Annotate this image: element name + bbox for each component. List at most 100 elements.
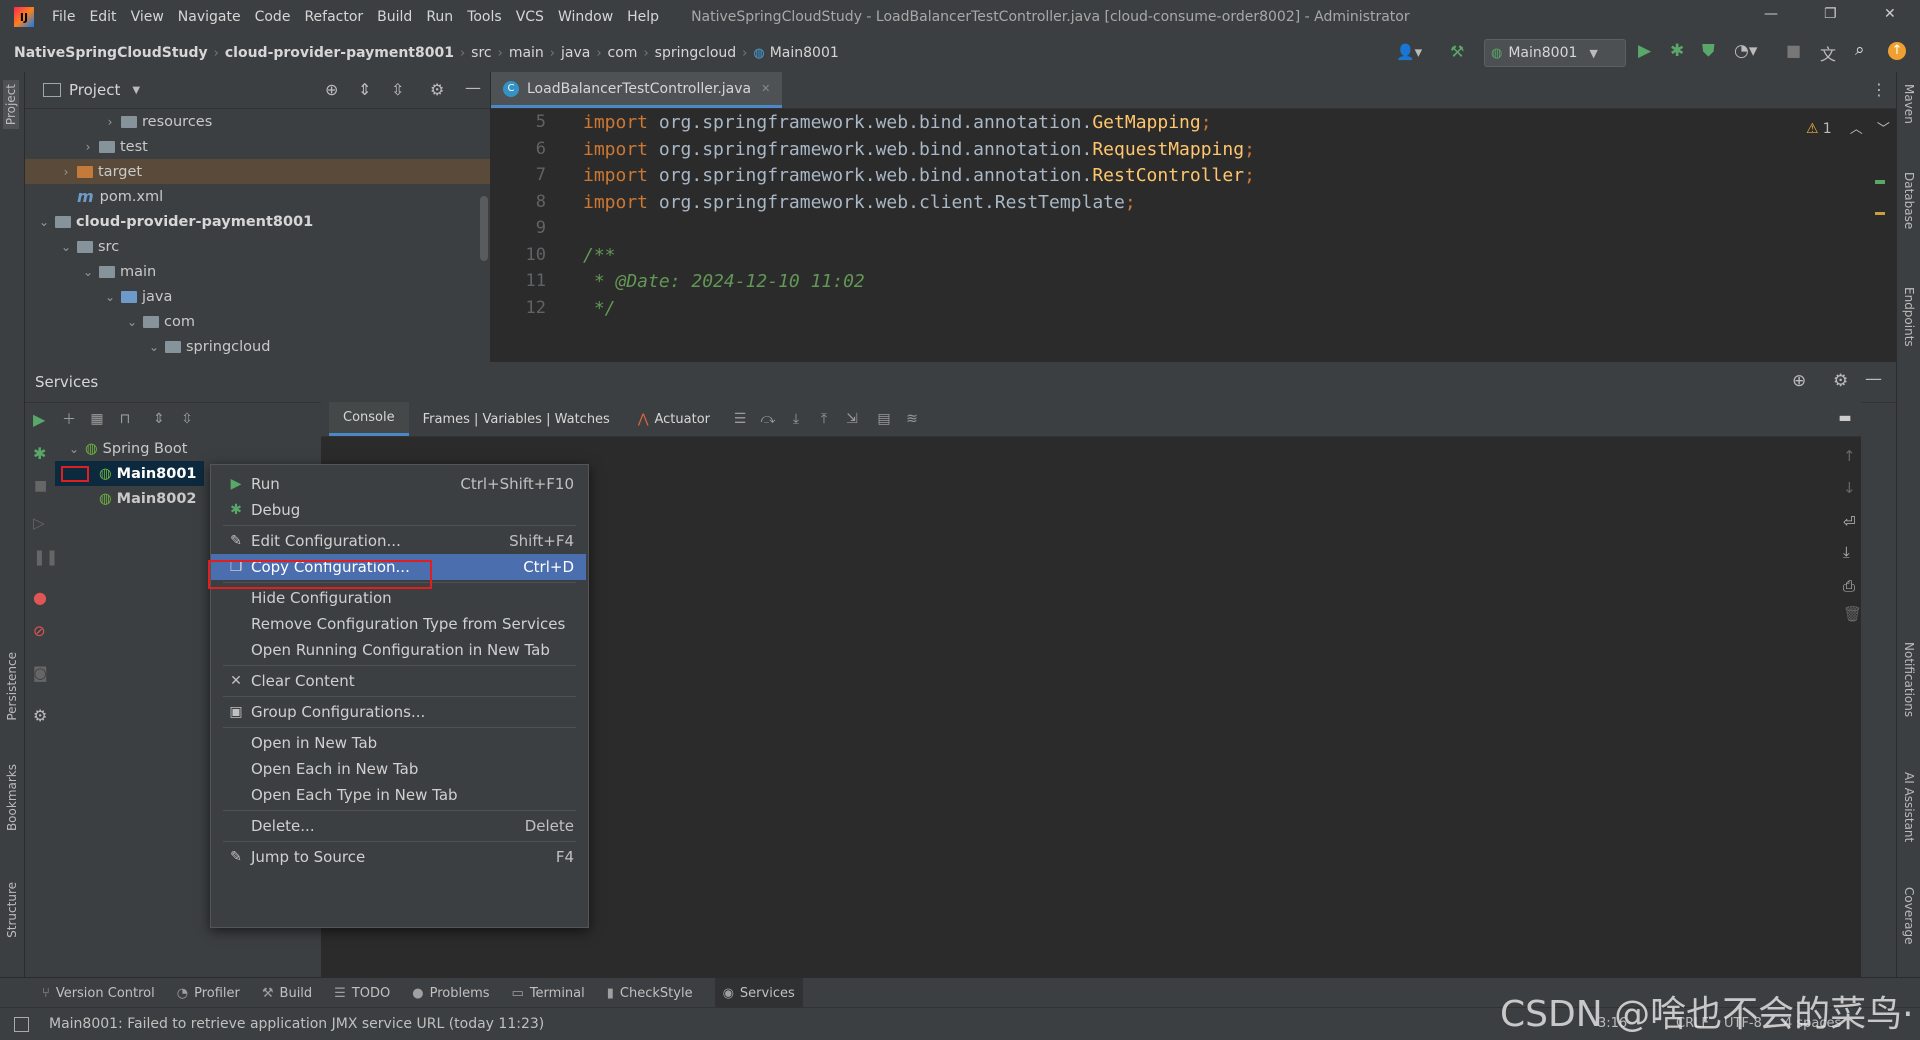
hide-panel-icon[interactable]: —: [1865, 369, 1882, 389]
bottom-tab-build[interactable]: ⚒ Build: [262, 986, 312, 1001]
menu-item-remove-configuration-type-from-services[interactable]: Remove Configuration Type from Services: [211, 611, 586, 637]
menu-navigate[interactable]: Navigate: [178, 9, 241, 25]
close-tab-icon[interactable]: ✕: [761, 82, 770, 95]
structure-tool-tab[interactable]: Structure: [5, 882, 19, 938]
crumb-java[interactable]: java: [561, 45, 590, 61]
menu-item-edit-configuration[interactable]: ✎ Edit Configuration... Shift+F4: [211, 528, 586, 554]
crumb-project[interactable]: NativeSpringCloudStudy: [14, 45, 208, 61]
ai-assistant-tool-tab[interactable]: AI Assistant: [1902, 772, 1916, 842]
editor-tab[interactable]: C LoadBalancerTestController.java ✕: [491, 72, 783, 108]
menu-item-debug[interactable]: ✱ Debug: [211, 497, 586, 523]
scrollbar-thumb[interactable]: [480, 196, 488, 261]
crumb-module[interactable]: cloud-provider-payment8001: [225, 45, 454, 61]
bottom-tab-profiler[interactable]: ◔ Profiler: [177, 986, 240, 1001]
project-tree-item[interactable]: › resources: [25, 109, 490, 134]
gear-icon[interactable]: ⚙: [1833, 371, 1848, 391]
user-icon[interactable]: 👤▾: [1396, 43, 1422, 61]
endpoints-tool-tab[interactable]: Endpoints: [1902, 287, 1916, 347]
project-tree-item[interactable]: ⌄ main: [25, 259, 490, 284]
run-icon[interactable]: ▶: [1638, 41, 1651, 61]
tab-frames-variables-watches[interactable]: Frames | Variables | Watches: [409, 402, 624, 436]
menu-item-open-each-in-new-tab[interactable]: Open Each in New Tab: [211, 756, 586, 782]
database-tool-tab[interactable]: Database: [1902, 172, 1916, 229]
crumb-src[interactable]: src: [471, 45, 491, 61]
code-line[interactable]: import org.springframework.web.client.Re…: [583, 192, 1136, 213]
menu-item-clear-content[interactable]: ✕ Clear Content: [211, 668, 586, 694]
persistence-tool-tab[interactable]: Persistence: [5, 652, 19, 721]
step-over-icon[interactable]: ⤼: [758, 409, 778, 429]
chevron-down-icon[interactable]: ⌄: [103, 290, 117, 304]
scroll-to-end-icon[interactable]: ⤓: [1843, 543, 1850, 561]
menu-item-open-in-new-tab[interactable]: Open in New Tab: [211, 730, 586, 756]
group-icon[interactable]: ▦: [87, 409, 107, 429]
menu-item-run[interactable]: ▶ Run Ctrl+Shift+F10: [211, 471, 586, 497]
soft-wrap-icon[interactable]: ⏎: [1843, 513, 1856, 531]
menu-window[interactable]: Window: [558, 9, 613, 25]
code-line[interactable]: /**: [583, 245, 616, 266]
chevron-down-icon[interactable]: ▼: [132, 85, 140, 96]
debug-icon[interactable]: ✱: [33, 444, 46, 463]
menu-item-jump-to-source[interactable]: ✎ Jump to Source F4: [211, 844, 586, 870]
locate-icon[interactable]: ⊕: [325, 80, 338, 99]
notifications-tool-tab[interactable]: Notifications: [1902, 642, 1916, 717]
menu-edit[interactable]: Edit: [89, 9, 116, 25]
tree-node-main8001[interactable]: ◍ Main8001: [55, 461, 204, 486]
chevron-down-icon[interactable]: ⌄: [81, 265, 95, 279]
debug-icon[interactable]: ✱: [1670, 41, 1684, 61]
arrow-down-icon[interactable]: ↓: [1843, 479, 1856, 497]
menu-refactor[interactable]: Refactor: [304, 9, 363, 25]
stop-icon[interactable]: ■: [1786, 41, 1801, 60]
chevron-down-icon[interactable]: ⌄: [67, 442, 81, 456]
chevron-right-icon[interactable]: ›: [59, 165, 73, 179]
tab-console[interactable]: Console: [329, 402, 409, 436]
minimize-button[interactable]: —: [1764, 6, 1778, 22]
run-icon[interactable]: ▶: [33, 410, 45, 429]
menu-item-group-configurations[interactable]: ▣ Group Configurations...: [211, 699, 586, 725]
breakpoints-icon[interactable]: ●: [33, 588, 47, 607]
print-icon[interactable]: ⎙: [1843, 577, 1855, 595]
code-line[interactable]: import org.springframework.web.bind.anno…: [583, 139, 1255, 160]
menu-code[interactable]: Code: [255, 9, 291, 25]
gear-icon[interactable]: ⚙: [33, 706, 47, 725]
close-window-button[interactable]: ✕: [1884, 6, 1896, 22]
menu-item-delete[interactable]: Delete... Delete: [211, 813, 586, 839]
update-icon[interactable]: ↑: [1888, 42, 1906, 60]
code-line[interactable]: * @Date: 2024-12-10 11:02: [583, 271, 865, 292]
project-panel-title[interactable]: Project: [69, 81, 120, 99]
more-options-icon[interactable]: ⋮: [1871, 80, 1887, 99]
chevron-right-icon[interactable]: ›: [81, 140, 95, 154]
bottom-tab-checkstyle[interactable]: ▮ CheckStyle: [607, 986, 693, 1001]
project-tool-tab[interactable]: Project: [3, 80, 19, 130]
add-service-icon[interactable]: ⊕: [1792, 371, 1806, 391]
expand-all-icon[interactable]: ⇕: [358, 80, 371, 99]
run-to-cursor-icon[interactable]: ⇲: [842, 409, 862, 429]
project-tree-item[interactable]: › test: [25, 134, 490, 159]
threads-icon[interactable]: ☰: [730, 409, 750, 429]
gear-icon[interactable]: ⚙: [430, 80, 444, 99]
menu-help[interactable]: Help: [627, 9, 659, 25]
chevron-down-icon[interactable]: ⌄: [147, 340, 161, 354]
mute-breakpoints-icon[interactable]: ⊘: [33, 622, 46, 640]
project-tree-item[interactable]: › target: [25, 159, 490, 184]
trace-icon[interactable]: ≋: [902, 409, 922, 429]
project-tree-item[interactable]: m pom.xml: [25, 184, 490, 209]
chevron-down-icon[interactable]: ⌄: [37, 215, 51, 229]
run-config-selector[interactable]: ◍ Main8001 ▼: [1484, 39, 1626, 67]
menu-vcs[interactable]: VCS: [516, 9, 544, 25]
menu-tools[interactable]: Tools: [467, 9, 502, 25]
code-line[interactable]: */: [583, 298, 616, 319]
resume-icon[interactable]: ▷: [33, 514, 45, 532]
menu-item-open-each-type-in-new-tab[interactable]: Open Each Type in New Tab: [211, 782, 586, 808]
menu-build[interactable]: Build: [377, 9, 412, 25]
collapse-all-icon[interactable]: ⇳: [177, 409, 197, 429]
add-icon[interactable]: ＋: [59, 409, 79, 429]
crumb-springcloud[interactable]: springcloud: [655, 45, 737, 61]
bottom-tab-terminal[interactable]: ▭ Terminal: [512, 986, 585, 1001]
camera-icon[interactable]: ◙: [33, 664, 48, 682]
hide-panel-icon[interactable]: —: [465, 78, 481, 97]
project-tree-item[interactable]: ⌄ src: [25, 234, 490, 259]
menu-view[interactable]: View: [131, 9, 164, 25]
restore-button[interactable]: ❐: [1824, 6, 1837, 22]
step-into-icon[interactable]: ⤓: [786, 409, 806, 429]
tab-actuator[interactable]: ⋀ Actuator: [624, 402, 724, 436]
